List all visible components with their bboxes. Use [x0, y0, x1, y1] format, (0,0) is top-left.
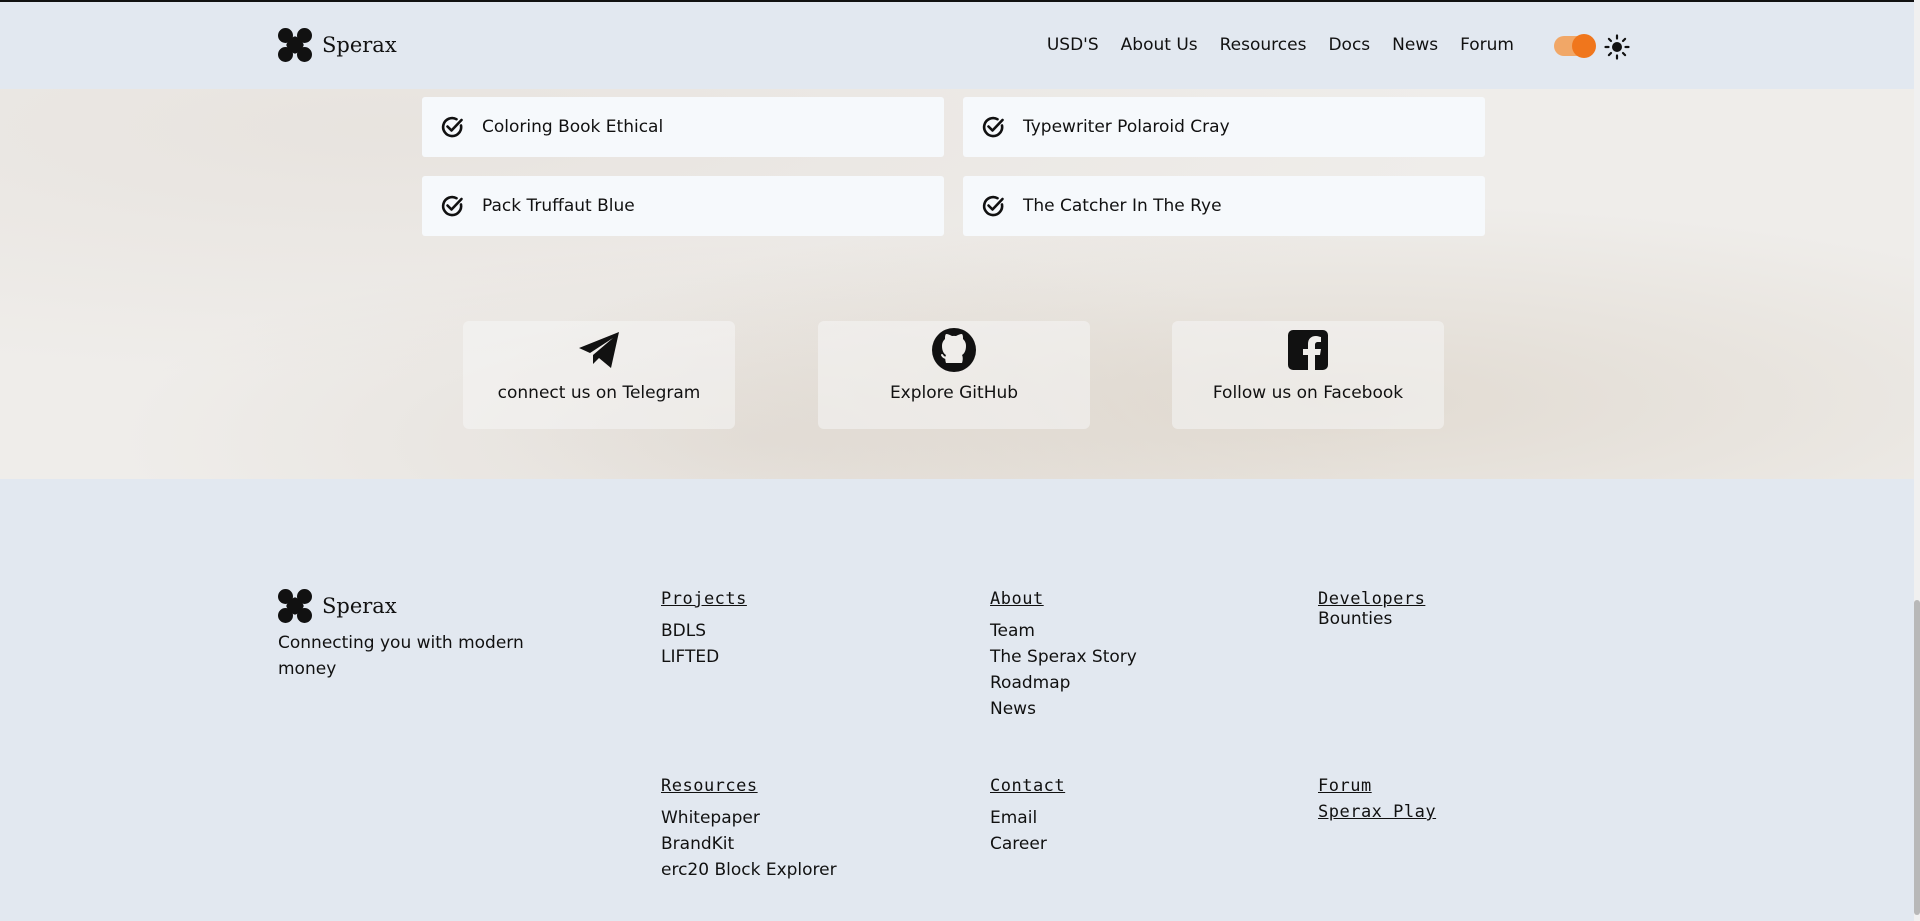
footer-link-lifted[interactable]: LIFTED — [661, 644, 747, 670]
footer-heading-contact[interactable]: Contact — [990, 773, 1065, 799]
feature-label: Coloring Book Ethical — [482, 117, 664, 137]
footer-heading-about[interactable]: About — [990, 586, 1137, 612]
telegram-label: connect us on Telegram — [497, 383, 701, 403]
feature-card: The Catcher In The Rye — [963, 176, 1485, 236]
footer-heading-forum[interactable]: Forum — [1318, 773, 1436, 799]
footer-link-brandkit[interactable]: BrandKit — [661, 831, 837, 857]
toggle-knob — [1572, 34, 1596, 58]
nav-forum[interactable]: Forum — [1460, 35, 1514, 55]
main-nav: USD'S About Us Resources Docs News Forum — [1025, 35, 1514, 55]
brand-name: Sperax — [322, 33, 397, 57]
brand-logo[interactable]: Sperax — [278, 28, 397, 62]
footer-col-projects: Projects BDLS LIFTED — [661, 586, 747, 670]
check-circle-icon — [441, 195, 463, 217]
facebook-label: Follow us on Facebook — [1212, 383, 1404, 403]
footer-link-whitepaper[interactable]: Whitepaper — [661, 805, 837, 831]
github-label: Explore GitHub — [889, 383, 1019, 403]
sun-icon[interactable] — [1604, 34, 1630, 60]
footer-heading-resources[interactable]: Resources — [661, 773, 837, 799]
nav-news[interactable]: News — [1392, 35, 1438, 55]
nav-resources[interactable]: Resources — [1220, 35, 1307, 55]
github-card[interactable]: Explore GitHub — [818, 321, 1090, 429]
footer-tagline: Connecting you with modern money — [278, 633, 524, 679]
footer-col-forum: Forum Sperax Play — [1318, 773, 1436, 825]
footer-link-bdls[interactable]: BDLS — [661, 618, 747, 644]
footer-col-about: About Team The Sperax Story Roadmap News — [990, 586, 1137, 722]
footer-link-news[interactable]: News — [990, 696, 1137, 722]
scrollbar-thumb[interactable] — [1914, 600, 1920, 915]
footer-heading-sperax-play[interactable]: Sperax Play — [1318, 799, 1436, 825]
sperax-logo-icon — [278, 589, 312, 623]
features-section: Coloring Book Ethical Typewriter Polaroi… — [0, 89, 1914, 479]
footer-link-sperax-story[interactable]: The Sperax Story — [990, 644, 1137, 670]
facebook-icon — [1288, 330, 1328, 370]
site-footer: Sperax Connecting you with modern money … — [0, 479, 1914, 921]
telegram-card[interactable]: connect us on Telegram — [463, 321, 735, 429]
check-circle-icon — [441, 116, 463, 138]
feature-card: Coloring Book Ethical — [422, 97, 944, 157]
nav-docs[interactable]: Docs — [1328, 35, 1370, 55]
facebook-card[interactable]: Follow us on Facebook — [1172, 321, 1444, 429]
page-scrollbar[interactable] — [1914, 0, 1920, 921]
footer-col-developers: Developers Bounties — [1318, 586, 1425, 632]
footer-brand-name: Sperax — [322, 594, 397, 618]
theme-toggle[interactable] — [1554, 34, 1596, 58]
github-icon — [932, 328, 976, 372]
footer-link-block-explorer[interactable]: erc20 Block Explorer — [661, 857, 837, 883]
footer-heading-projects[interactable]: Projects — [661, 586, 747, 612]
footer-brand-logo[interactable]: Sperax — [278, 589, 397, 623]
feature-card: Pack Truffaut Blue — [422, 176, 944, 236]
nav-usds[interactable]: USD'S — [1047, 35, 1099, 55]
telegram-icon — [579, 332, 619, 368]
window-top-border — [0, 0, 1920, 2]
footer-col-resources: Resources Whitepaper BrandKit erc20 Bloc… — [661, 773, 837, 883]
footer-link-roadmap[interactable]: Roadmap — [990, 670, 1137, 696]
check-circle-icon — [982, 116, 1004, 138]
sperax-logo-icon — [278, 28, 312, 62]
check-circle-icon — [982, 195, 1004, 217]
feature-label: Typewriter Polaroid Cray — [1023, 117, 1230, 137]
nav-about-us[interactable]: About Us — [1121, 35, 1198, 55]
footer-link-career[interactable]: Career — [990, 831, 1065, 857]
footer-col-contact: Contact Email Career — [990, 773, 1065, 857]
feature-label: The Catcher In The Rye — [1023, 196, 1222, 216]
feature-card: Typewriter Polaroid Cray — [963, 97, 1485, 157]
footer-link-email[interactable]: Email — [990, 805, 1065, 831]
site-header: Sperax USD'S About Us Resources Docs New… — [0, 2, 1914, 89]
feature-label: Pack Truffaut Blue — [482, 196, 635, 216]
footer-link-team[interactable]: Team — [990, 618, 1137, 644]
